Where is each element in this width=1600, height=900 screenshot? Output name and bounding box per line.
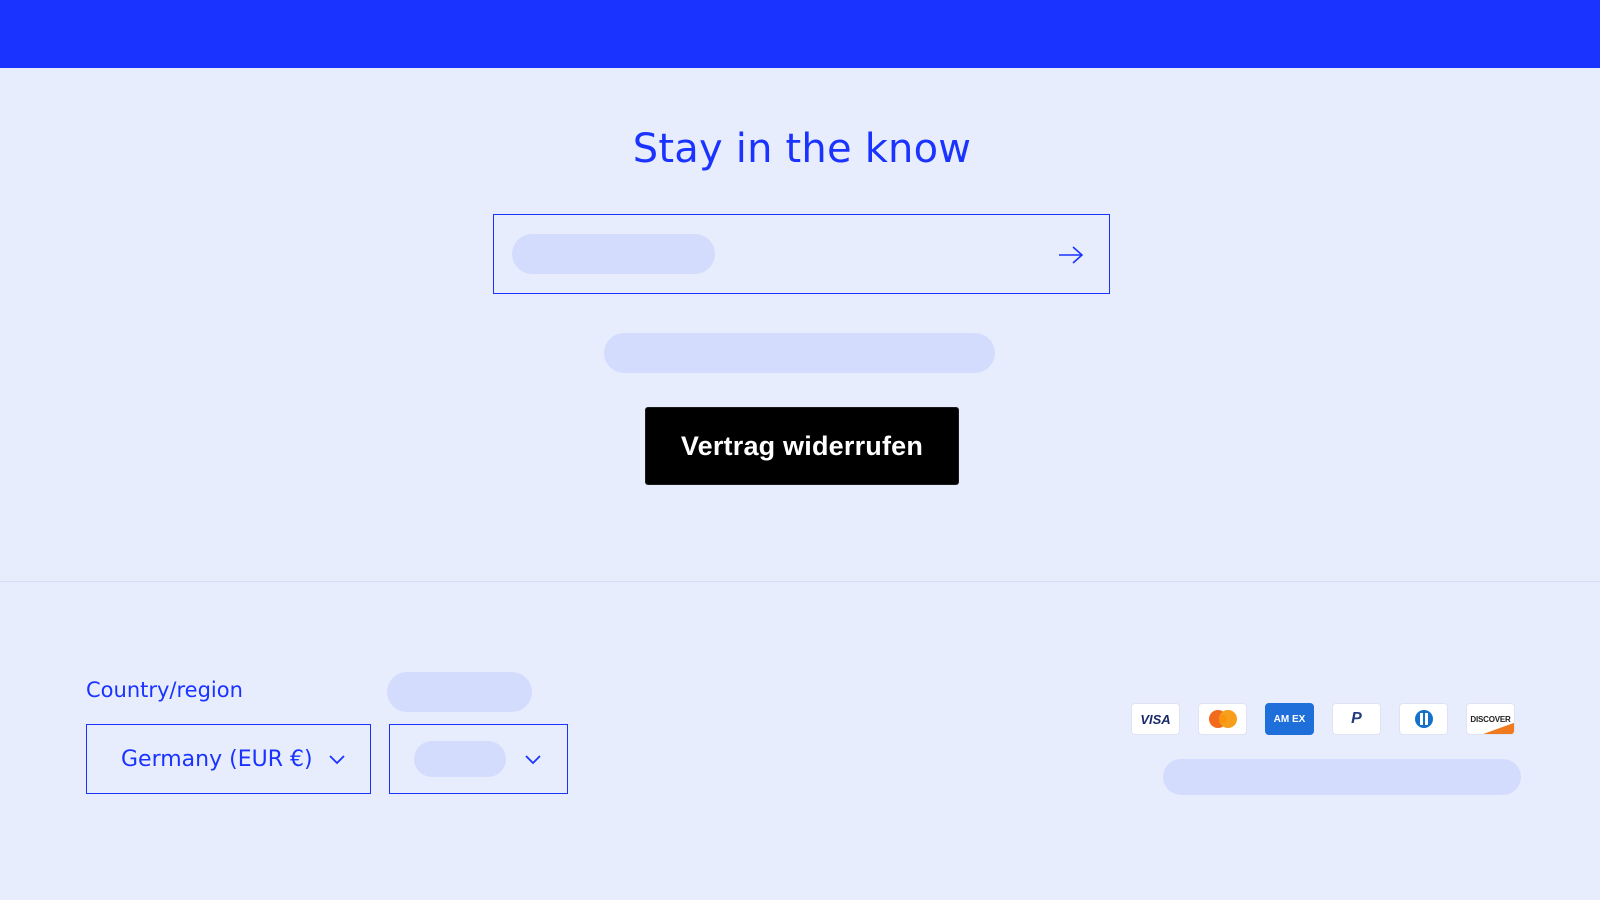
paypal-icon: P: [1332, 703, 1381, 735]
chevron-down-icon: [525, 755, 541, 765]
diners-club-icon: [1399, 703, 1448, 735]
discover-icon: DISCOVER: [1466, 703, 1515, 735]
language-label-skeleton: [387, 672, 532, 712]
email-input[interactable]: [493, 214, 1110, 294]
newsletter-title: Stay in the know: [632, 126, 972, 172]
payment-methods: VISA AM EX P DISCOVER: [1131, 703, 1515, 735]
visa-icon: VISA: [1131, 703, 1180, 735]
country-select[interactable]: Germany (EUR €): [86, 724, 371, 794]
policy-links-skeleton: [1163, 759, 1521, 795]
language-value-skeleton: [414, 741, 506, 777]
amex-icon: AM EX: [1265, 703, 1314, 735]
language-select[interactable]: [389, 724, 568, 794]
announcement-bar: [0, 0, 1600, 68]
arrow-right-icon[interactable]: [1055, 239, 1087, 271]
country-region-label: Country/region: [86, 678, 243, 702]
revoke-contract-button[interactable]: Vertrag widerrufen: [645, 407, 959, 485]
footer-divider: [0, 581, 1600, 582]
consent-text-skeleton: [604, 333, 995, 373]
country-select-value: Germany (EUR €): [121, 746, 313, 772]
mastercard-icon: [1198, 703, 1247, 735]
chevron-down-icon: [329, 755, 345, 765]
email-placeholder-skeleton: [512, 234, 715, 274]
